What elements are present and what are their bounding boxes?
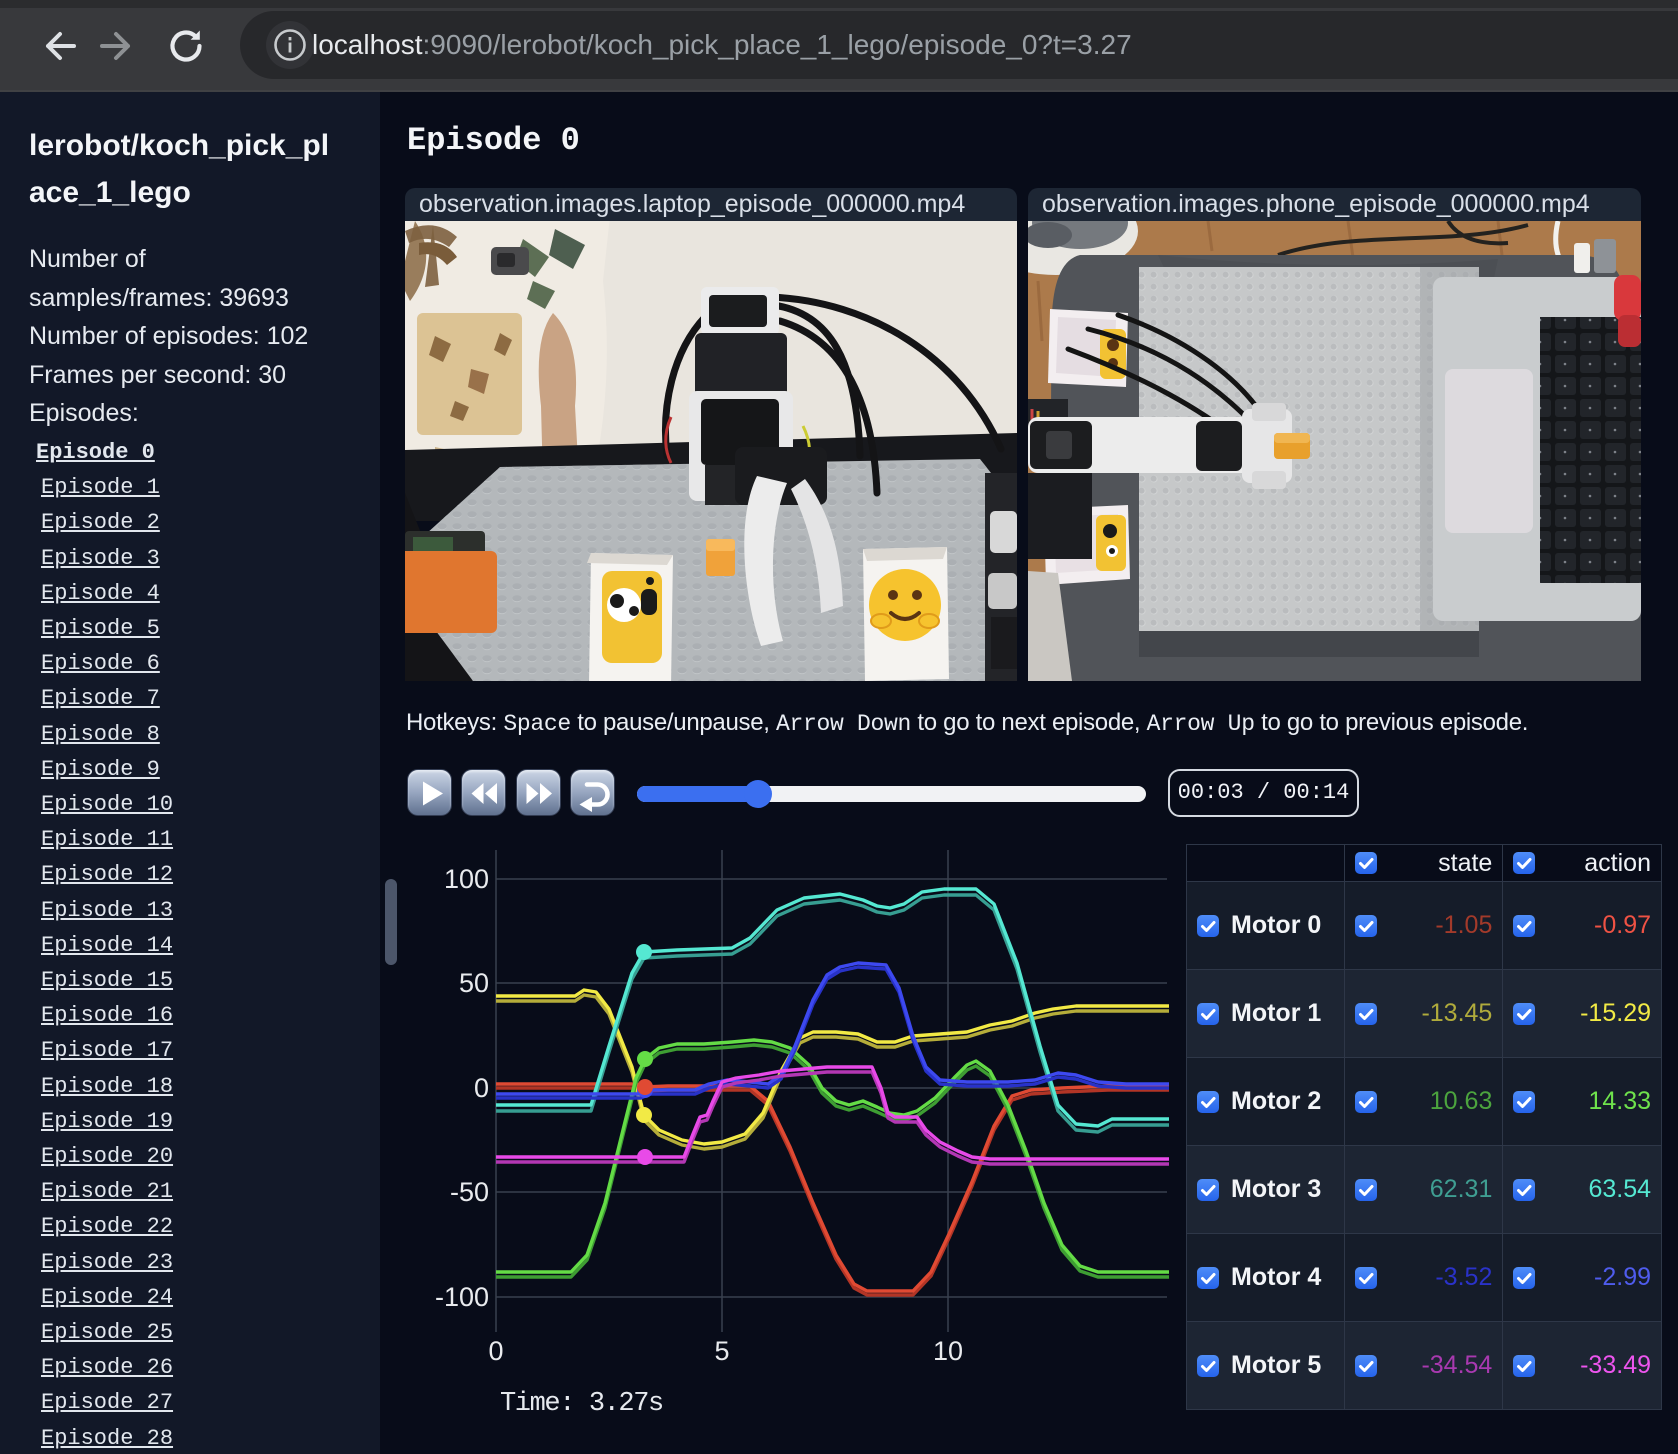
svg-text:0: 0 <box>474 1073 489 1103</box>
svg-text:100: 100 <box>444 864 489 894</box>
svg-text:5: 5 <box>714 1336 729 1366</box>
svg-text:-100: -100 <box>435 1282 489 1312</box>
svg-text:-50: -50 <box>450 1177 489 1207</box>
svg-text:50: 50 <box>459 968 489 998</box>
svg-text:10: 10 <box>933 1336 963 1366</box>
svg-text:0: 0 <box>488 1336 503 1366</box>
